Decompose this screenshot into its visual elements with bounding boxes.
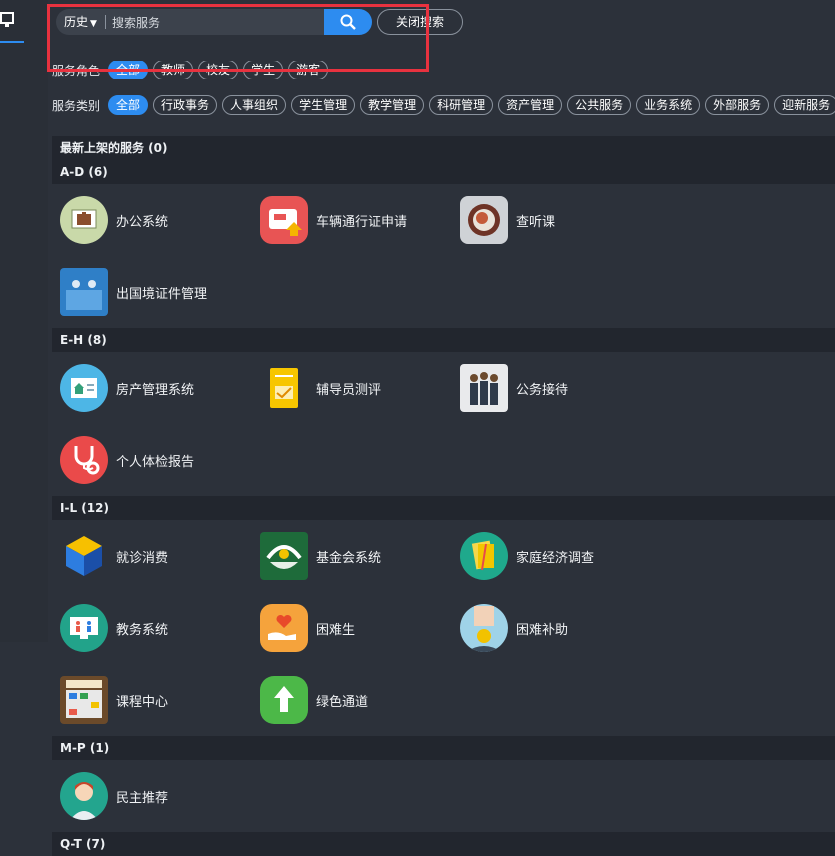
reception-icon <box>460 364 508 412</box>
person-icon <box>60 772 108 820</box>
category-chip[interactable]: 公共服务 <box>567 95 632 115</box>
service-label: 民主推荐 <box>116 790 169 806</box>
service-item-passport[interactable]: 出国境证件管理 <box>52 256 252 328</box>
service-label: 困难生 <box>316 622 356 638</box>
category-chip[interactable]: 教学管理 <box>360 95 425 115</box>
coin-hand-icon <box>460 604 508 652</box>
service-item-medical-expense[interactable]: 就诊消费 <box>52 520 252 592</box>
service-item-family-survey[interactable]: 家庭经济调查 <box>452 520 652 592</box>
green-arrow-icon <box>260 676 308 724</box>
role-chip-visitor[interactable]: 游客 <box>288 61 329 79</box>
service-label: 辅导员测评 <box>316 382 382 398</box>
stethoscope-icon <box>60 436 108 484</box>
role-chip-alumni[interactable]: 校友 <box>198 61 239 79</box>
service-label: 房产管理系统 <box>116 382 195 398</box>
section-header: 最新上架的服务 (0) <box>52 136 835 160</box>
left-strip <box>0 0 48 642</box>
house-icon <box>60 364 108 412</box>
section-header: Q-T (7) <box>52 832 835 856</box>
search-button[interactable] <box>324 9 372 35</box>
service-item-course-center[interactable]: 课程中心 <box>52 664 252 736</box>
service-label: 教务系统 <box>116 622 169 638</box>
service-label: 个人体检报告 <box>116 454 195 470</box>
service-grid: 房产管理系统 辅导员测评 公务接待 个人体检报告 <box>52 352 835 496</box>
service-item-needy-student[interactable]: 困难生 <box>252 592 452 664</box>
category-chip[interactable]: 科研管理 <box>429 95 494 115</box>
cube-icon <box>60 532 108 580</box>
service-item-academic[interactable]: 教务系统 <box>52 592 252 664</box>
category-chip[interactable]: 行政事务 <box>153 95 218 115</box>
category-chip[interactable]: 学生管理 <box>291 95 356 115</box>
role-chip-student[interactable]: 学生 <box>243 61 284 79</box>
section-header: I-L (12) <box>52 496 835 520</box>
service-item-hardship-subsidy[interactable]: 困难补助 <box>452 592 652 664</box>
service-item-green-channel[interactable]: 绿色通道 <box>252 664 452 736</box>
evaluation-icon <box>260 364 308 412</box>
role-filter-row: 服务角色 全部 教师 校友 学生 游客 <box>52 61 333 79</box>
service-label: 绿色通道 <box>316 694 369 710</box>
service-label: 办公系统 <box>116 214 169 230</box>
service-label: 课程中心 <box>116 694 169 710</box>
service-item-office[interactable]: 办公系统 <box>52 184 252 256</box>
service-item-reception[interactable]: 公务接待 <box>452 352 652 424</box>
role-chip-teacher[interactable]: 教师 <box>153 61 194 79</box>
service-label: 就诊消费 <box>116 550 169 566</box>
category-chip[interactable]: 迎新服务 <box>774 95 835 115</box>
close-search-button[interactable]: 关闭搜索 <box>377 9 463 35</box>
briefcase-icon <box>60 196 108 244</box>
category-chip-all[interactable]: 全部 <box>108 95 149 115</box>
service-item-counselor-eval[interactable]: 辅导员测评 <box>252 352 452 424</box>
service-item-car-pass[interactable]: 车辆通行证申请 <box>252 184 452 256</box>
survey-icon <box>460 532 508 580</box>
car-pass-icon <box>260 196 308 244</box>
service-label: 查听课 <box>516 214 556 230</box>
timetable-icon <box>60 676 108 724</box>
history-label: 历史 <box>64 15 89 29</box>
service-grid: 办公系统 车辆通行证申请 查听课 出国境证件管理 <box>52 184 835 328</box>
role-filter-label: 服务角色 <box>52 63 101 78</box>
category-chip[interactable]: 人事组织 <box>222 95 287 115</box>
service-label: 基金会系统 <box>316 550 382 566</box>
search-icon <box>340 14 356 30</box>
divider <box>105 15 106 29</box>
service-label: 公务接待 <box>516 382 569 398</box>
section-header: M-P (1) <box>52 736 835 760</box>
category-chip[interactable]: 业务系统 <box>636 95 701 115</box>
service-grid: 民主推荐 <box>52 760 835 832</box>
service-grid: 就诊消费 基金会系统 家庭经济调查 教务系统 困难生 困难补助 课程中心 绿色通… <box>52 520 835 736</box>
category-chip[interactable]: 资产管理 <box>498 95 563 115</box>
classroom-icon <box>460 196 508 244</box>
monitor-icon[interactable] <box>0 12 14 32</box>
search-bar: 历史 ▼ <box>56 9 372 35</box>
heart-hand-icon <box>260 604 308 652</box>
section-header: E-H (8) <box>52 328 835 352</box>
caret-down-icon: ▼ <box>90 19 97 29</box>
academic-icon <box>60 604 108 652</box>
history-dropdown[interactable]: 历史 ▼ <box>64 13 97 30</box>
section-header: A-D (6) <box>52 160 835 184</box>
service-list: 最新上架的服务 (0) A-D (6) 办公系统 车辆通行证申请 查听课 出国境… <box>52 136 835 856</box>
active-indicator <box>0 41 24 43</box>
category-filter-row: 服务类别 全部 行政事务 人事组织 学生管理 教学管理 科研管理 资产管理 公共… <box>52 94 835 116</box>
service-item-lecture[interactable]: 查听课 <box>452 184 652 256</box>
category-filter-label: 服务类别 <box>52 98 101 113</box>
service-item-health-report[interactable]: 个人体检报告 <box>52 424 252 496</box>
service-label: 家庭经济调查 <box>516 550 595 566</box>
passport-icon <box>60 268 108 316</box>
category-chip[interactable]: 外部服务 <box>705 95 770 115</box>
service-label: 出国境证件管理 <box>116 286 208 302</box>
service-item-democratic-recommend[interactable]: 民主推荐 <box>52 760 252 832</box>
service-label: 车辆通行证申请 <box>316 214 408 230</box>
service-label: 困难补助 <box>516 622 569 638</box>
foundation-icon <box>260 532 308 580</box>
role-chip-all[interactable]: 全部 <box>108 61 149 79</box>
service-item-foundation[interactable]: 基金会系统 <box>252 520 452 592</box>
service-item-housing[interactable]: 房产管理系统 <box>52 352 252 424</box>
